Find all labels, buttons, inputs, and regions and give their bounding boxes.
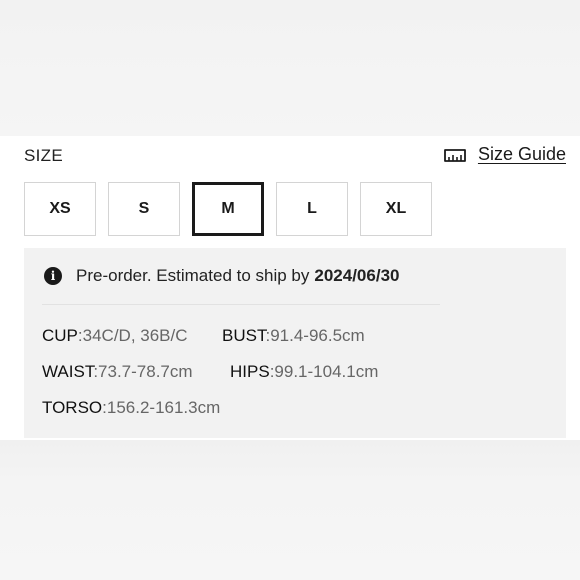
divider	[42, 304, 440, 305]
measurement-waist: WAIST:73.7-78.7cm	[42, 362, 193, 382]
ship-date: 2024/06/30	[314, 266, 400, 285]
cup-label: CUP	[42, 326, 78, 345]
info-icon: i	[44, 267, 62, 285]
size-panel: SIZE Size Guide XS S M L XL i Pre-order.…	[0, 136, 580, 440]
size-option-xl[interactable]: XL	[360, 182, 432, 236]
waist-label: WAIST	[42, 362, 94, 381]
measurement-torso: TORSO:156.2-161.3cm	[42, 398, 220, 418]
size-options: XS S M L XL	[24, 182, 444, 236]
ruler-icon	[442, 146, 468, 164]
bust-label: BUST	[222, 326, 266, 345]
torso-value: :156.2-161.3cm	[102, 398, 221, 417]
product-info-box: i Pre-order. Estimated to ship by 2024/0…	[24, 248, 566, 438]
preorder-notice: i Pre-order. Estimated to ship by 2024/0…	[44, 266, 399, 286]
size-option-xs[interactable]: XS	[24, 182, 96, 236]
measurement-hips: HIPS:99.1-104.1cm	[230, 362, 378, 382]
waist-value: :73.7-78.7cm	[93, 362, 193, 381]
size-label: SIZE	[24, 146, 63, 165]
size-option-l[interactable]: L	[276, 182, 348, 236]
torso-label: TORSO	[42, 398, 103, 417]
size-guide-link[interactable]: Size Guide	[442, 144, 566, 165]
measurement-cup: CUP:34C/D, 36B/C	[42, 326, 188, 346]
size-option-m[interactable]: M	[192, 182, 264, 236]
bust-value: :91.4-96.5cm	[265, 326, 365, 345]
measurement-bust: BUST:91.4-96.5cm	[222, 326, 365, 346]
preorder-text: Pre-order. Estimated to ship by	[76, 266, 310, 285]
hips-value: :99.1-104.1cm	[269, 362, 379, 381]
size-option-s[interactable]: S	[108, 182, 180, 236]
hips-label: HIPS	[230, 362, 270, 381]
cup-value: :34C/D, 36B/C	[77, 326, 188, 345]
bottom-background	[0, 440, 580, 580]
top-background	[0, 0, 580, 136]
size-guide-label: Size Guide	[477, 144, 566, 164]
